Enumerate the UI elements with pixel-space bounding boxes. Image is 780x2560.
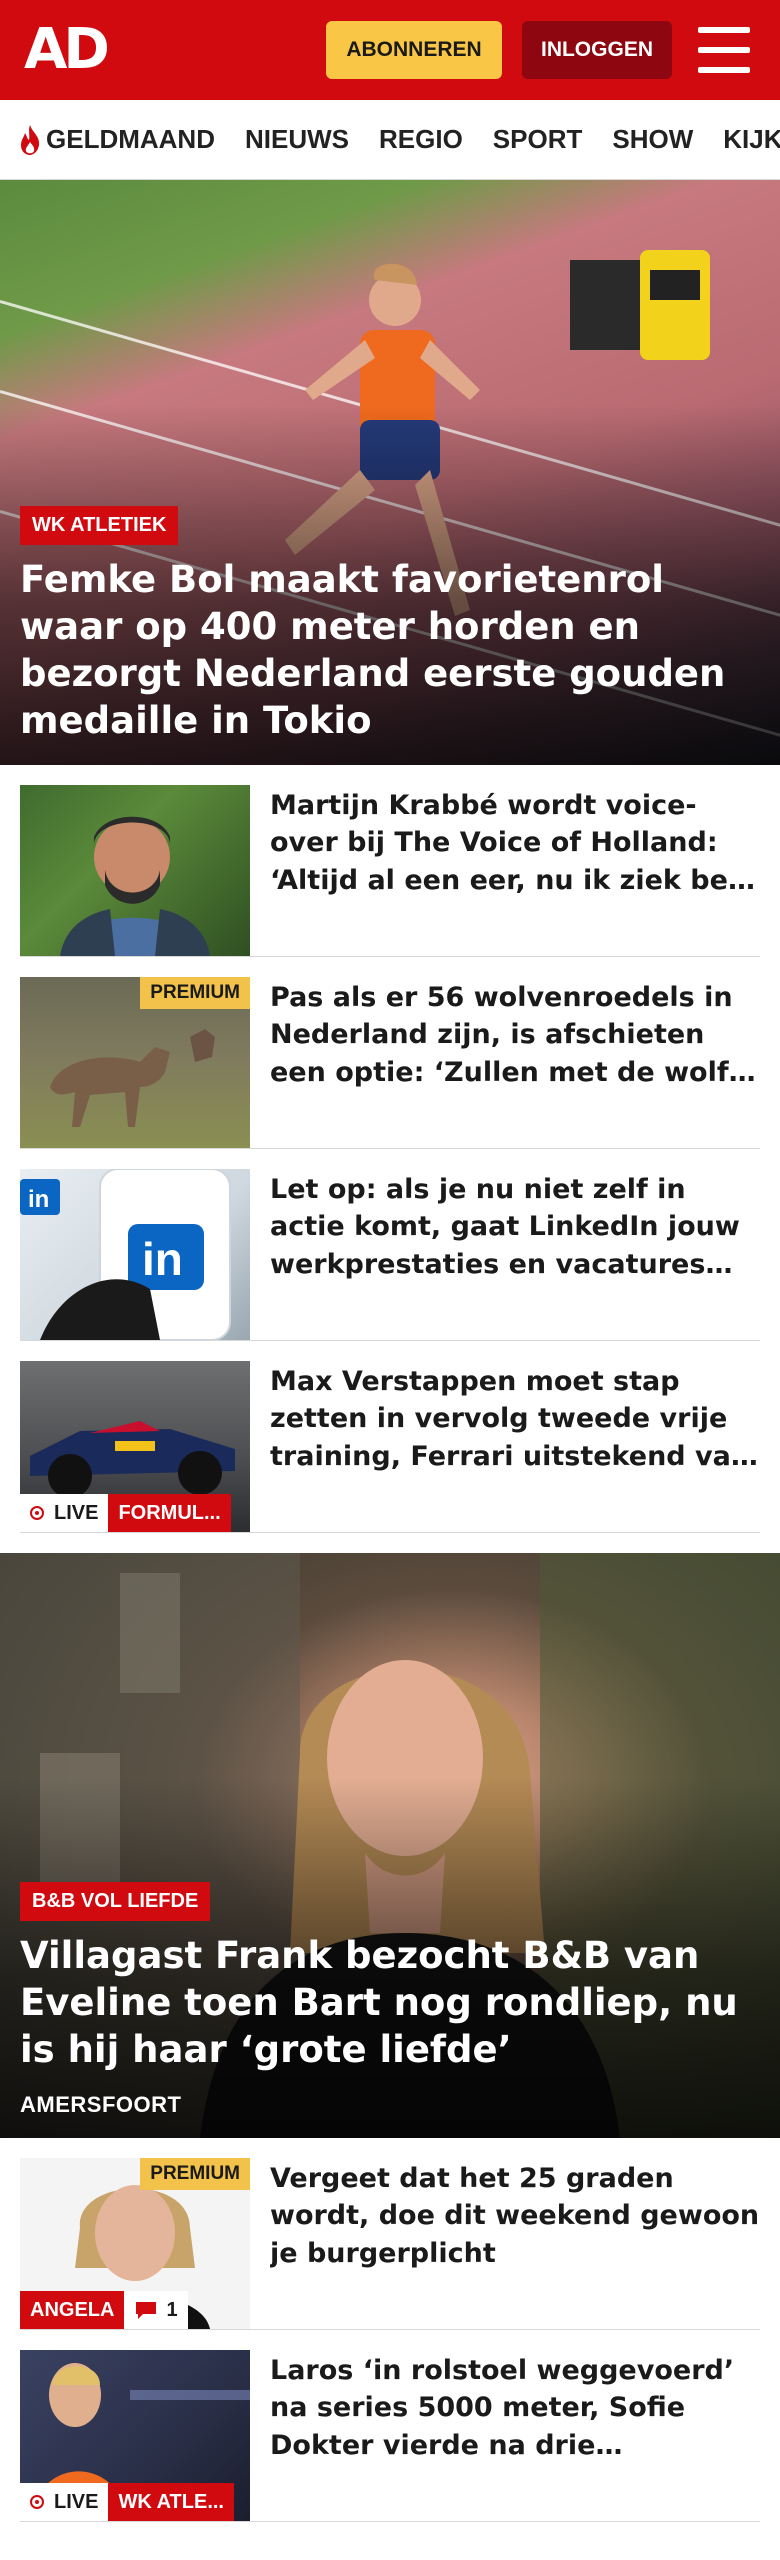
- article-tags: LIVE FORMUL...: [20, 1494, 231, 1532]
- nav-item-regio[interactable]: REGIO: [379, 124, 463, 155]
- hero-tag: WK ATLETIEK: [20, 506, 179, 546]
- hero-content: B&B VOL LIEFDE Villagast Frank bezocht B…: [20, 1882, 760, 2118]
- live-dot-icon: [30, 2495, 44, 2509]
- article-thumbnail: LIVE WK ATLE...: [20, 2350, 250, 2521]
- hero-title[interactable]: Villagast Frank bezocht B&B van Eveline …: [20, 1933, 760, 2074]
- live-label: LIVE: [54, 1501, 99, 1524]
- nav-item-geldmaand[interactable]: GELDMAAND: [18, 124, 215, 156]
- list-item[interactable]: PREMIUM Pas als er 56 wolvenroedels in N…: [20, 957, 760, 1149]
- article-thumbnail: PREMIUM ANGELA 1: [20, 2158, 250, 2329]
- camera-equipment-image: [570, 250, 710, 360]
- article-thumbnail: PREMIUM: [20, 977, 250, 1148]
- nav-item-label: GELDMAAND: [46, 124, 215, 154]
- article-title[interactable]: Laros ‘in rolstoel weggevoerd’ na series…: [270, 2352, 760, 2464]
- nav-item-sport[interactable]: SPORT: [493, 124, 583, 155]
- flame-icon: [21, 124, 40, 155]
- nav-item-show[interactable]: SHOW: [612, 124, 693, 155]
- comment-count[interactable]: 1: [124, 2291, 188, 2329]
- article-thumbnail: in in: [20, 1169, 250, 1340]
- site-header: AD ABONNEREN INLOGGEN: [0, 0, 780, 100]
- nav-item-nieuws[interactable]: NIEUWS: [245, 124, 349, 155]
- site-logo[interactable]: AD: [24, 22, 110, 78]
- article-tags: LIVE WK ATLE...: [20, 2483, 234, 2521]
- article-title[interactable]: Let op: als je nu niet zelf in actie kom…: [270, 1171, 760, 1283]
- article-tags: ANGELA 1: [20, 2291, 188, 2329]
- category-badge: WK ATLE...: [108, 2483, 234, 2521]
- live-label: LIVE: [54, 2490, 99, 2513]
- article-title[interactable]: Vergeet dat het 25 graden wordt, doe dit…: [270, 2160, 760, 2272]
- subscribe-button[interactable]: ABONNEREN: [326, 21, 502, 79]
- list-item[interactable]: in in Let op: als je nu niet zelf in act…: [20, 1149, 760, 1341]
- list-item[interactable]: LIVE WK ATLE... Laros ‘in rolstoel wegge…: [20, 2330, 760, 2522]
- hero-article-femke-bol[interactable]: WK ATLETIEK Femke Bol maakt favorietenro…: [0, 180, 780, 765]
- category-badge: FORMUL...: [108, 1494, 231, 1532]
- hero-tag: B&B VOL LIEFDE: [20, 1882, 211, 1922]
- svg-text:in: in: [28, 1186, 49, 1213]
- hamburger-icon[interactable]: [698, 27, 750, 73]
- hero-location: AMERSFOORT: [20, 2092, 182, 2117]
- article-title[interactable]: Pas als er 56 wolvenroedels in Nederland…: [270, 979, 760, 1091]
- live-dot-icon: [30, 1506, 44, 1520]
- hero-article-bnb[interactable]: B&B VOL LIEFDE Villagast Frank bezocht B…: [0, 1553, 780, 2138]
- list-item[interactable]: LIVE FORMUL... Max Verstappen moet stap …: [20, 1341, 760, 1533]
- nav-item-kijk[interactable]: KIJK: [723, 124, 780, 155]
- article-thumbnail: [20, 785, 250, 956]
- list-item[interactable]: Martijn Krabbé wordt voice-over bij The …: [20, 765, 760, 957]
- category-badge: ANGELA: [20, 2291, 125, 2329]
- list-item[interactable]: PREMIUM ANGELA 1 Vergeet dat het 25 grad…: [20, 2138, 760, 2330]
- svg-text:in: in: [142, 1233, 183, 1285]
- live-badge: LIVE: [20, 2483, 109, 2521]
- live-badge: LIVE: [20, 1494, 109, 1532]
- comment-bubble-icon: [136, 2302, 157, 2319]
- premium-badge: PREMIUM: [140, 977, 250, 1009]
- login-button[interactable]: INLOGGEN: [522, 21, 672, 79]
- premium-badge: PREMIUM: [140, 2158, 250, 2190]
- comment-count-value: 1: [166, 2298, 178, 2321]
- section-nav: GELDMAAND NIEUWS REGIO SPORT SHOW KIJK: [0, 100, 780, 180]
- article-title[interactable]: Max Verstappen moet stap zetten in vervo…: [270, 1363, 760, 1475]
- hero-title[interactable]: Femke Bol maakt favorietenrol waar op 40…: [20, 557, 760, 745]
- article-thumbnail: LIVE FORMUL...: [20, 1361, 250, 1532]
- hero-content: WK ATLETIEK Femke Bol maakt favorietenro…: [20, 506, 760, 745]
- article-title[interactable]: Martijn Krabbé wordt voice-over bij The …: [270, 787, 760, 899]
